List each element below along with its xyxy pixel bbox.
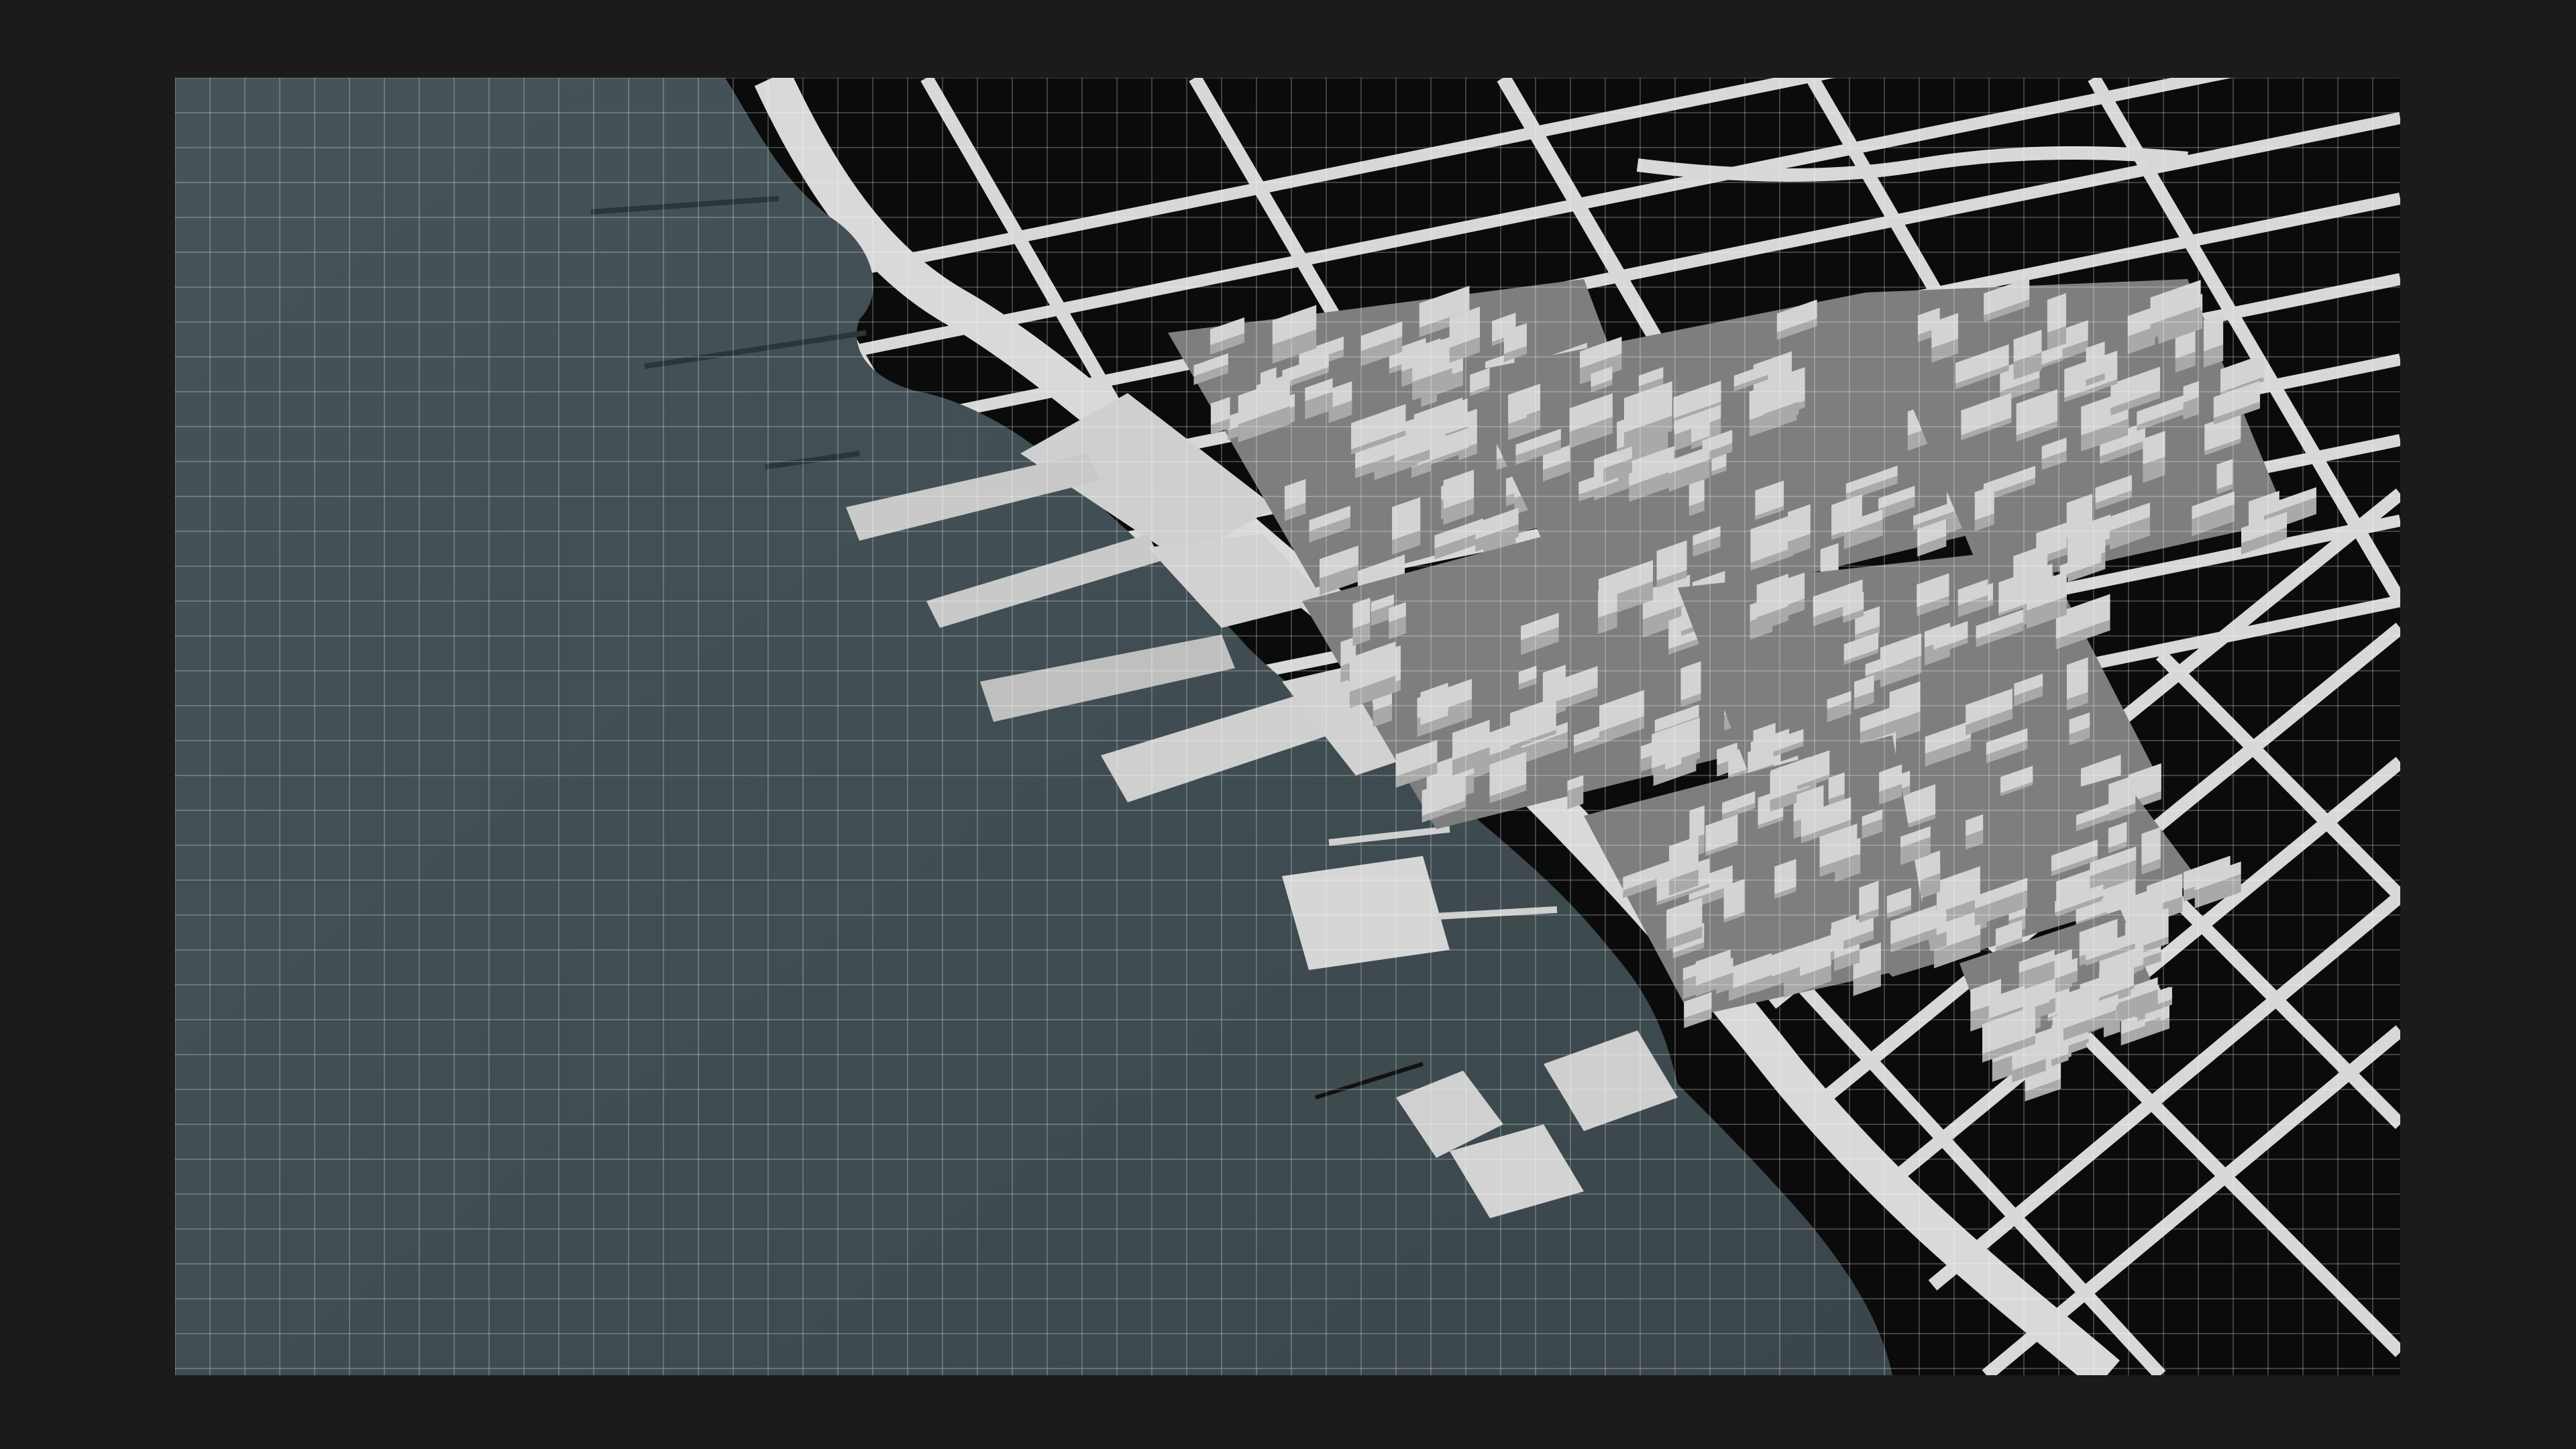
building [1788, 504, 1811, 557]
building [1723, 879, 1745, 923]
pier [1282, 856, 1450, 970]
building [2183, 381, 2199, 420]
building [1389, 602, 1406, 640]
building [2216, 459, 2233, 494]
building [1680, 661, 1701, 708]
building [2141, 826, 2161, 875]
building [2143, 431, 2165, 483]
building [1974, 485, 1994, 531]
city-render-svg [175, 78, 2400, 1375]
building-top [2141, 826, 2161, 866]
building [1665, 738, 1682, 775]
map-viewport [175, 78, 2400, 1375]
building [1598, 584, 1617, 635]
building-top [2047, 293, 2067, 333]
building [1859, 880, 1879, 924]
building-top [2086, 341, 2105, 380]
building [1715, 957, 1733, 994]
building [1966, 814, 1984, 850]
building [1284, 479, 1306, 521]
render-frame [0, 0, 2576, 1449]
building [2066, 657, 2088, 710]
building [2086, 341, 2105, 386]
